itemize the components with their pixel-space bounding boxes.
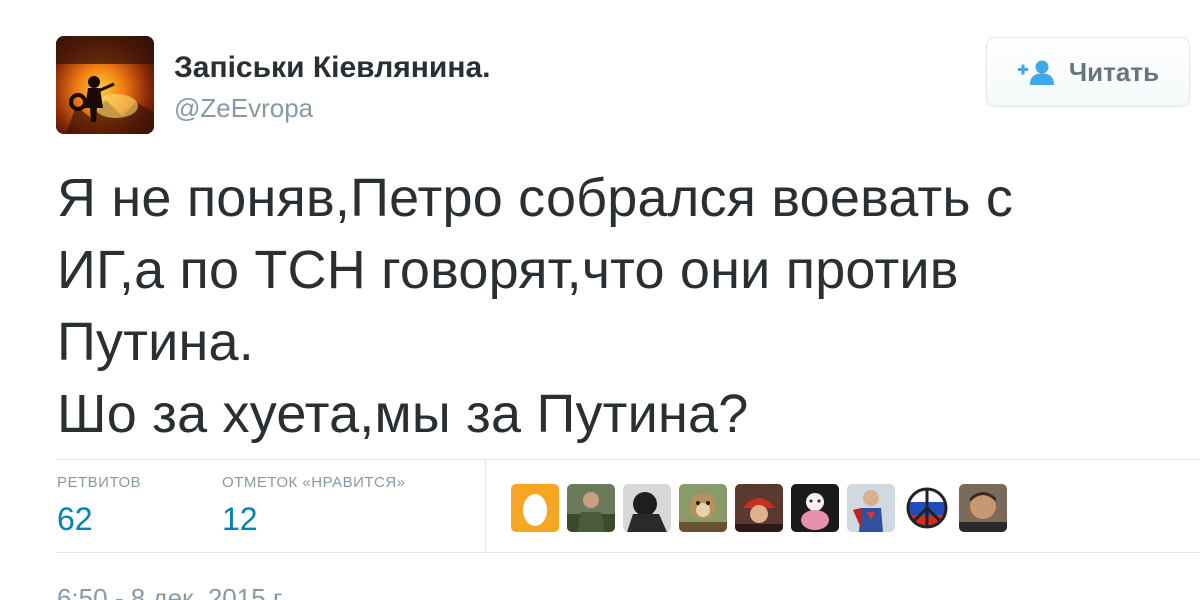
follow-button[interactable]: Читать <box>986 37 1190 107</box>
stats-bottom-divider <box>56 552 1200 553</box>
tweet-line: Я не поняв,Петро собрался воевать с <box>57 168 1014 228</box>
tweet-line: ИГ,а по ТСН говорят,что они против <box>57 240 959 300</box>
liker-avatar[interactable] <box>735 484 783 532</box>
soldier-photo-icon <box>567 484 615 532</box>
tweet-card: Запіськи Кіевлянина. @ZeEvropa Читать Я … <box>0 0 1200 600</box>
pink-figure-photo-icon <box>791 484 839 532</box>
liker-avatar[interactable] <box>679 484 727 532</box>
likes-label: ОТМЕТОК «НРАВИТСЯ» <box>222 474 406 491</box>
liker-avatar[interactable] <box>903 484 951 532</box>
author-handle[interactable]: @ZeEvropa <box>174 93 313 124</box>
liker-avatar[interactable] <box>511 484 559 532</box>
retweets-count: 62 <box>57 501 93 537</box>
likers-avatars <box>511 484 1007 532</box>
monkey-photo-icon <box>679 484 727 532</box>
liker-avatar[interactable] <box>791 484 839 532</box>
author-name[interactable]: Запіськи Кіевлянина. <box>174 51 491 85</box>
stats-top-divider <box>56 459 1200 460</box>
russian-flag-peace-icon <box>903 484 951 532</box>
retweets-stat[interactable]: РЕТВИТОВ 62 <box>57 474 141 538</box>
add-user-icon <box>1017 59 1055 85</box>
stats-vertical-divider <box>485 460 486 552</box>
likes-count: 12 <box>222 501 258 537</box>
egg-avatar-icon <box>511 484 559 532</box>
retweets-label: РЕТВИТОВ <box>57 474 142 491</box>
tweet-line: Шо за хуета,мы за Путина? <box>57 384 749 444</box>
bw-portrait-icon <box>623 484 671 532</box>
liker-avatar[interactable] <box>959 484 1007 532</box>
liker-avatar[interactable] <box>567 484 615 532</box>
liker-avatar[interactable] <box>623 484 671 532</box>
tweet-text: Я не поняв,Петро собрался воевать с ИГ,а… <box>57 162 1167 450</box>
author-avatar[interactable] <box>56 36 154 134</box>
superhero-photo-icon <box>847 484 895 532</box>
tweet-line: Путина. <box>57 312 254 372</box>
man-portrait-icon <box>959 484 1007 532</box>
red-hat-photo-icon <box>735 484 783 532</box>
tweet-timestamp[interactable]: 6:50 - 8 дек. 2015 г. <box>57 583 286 600</box>
protester-fire-icon <box>56 36 154 134</box>
liker-avatar[interactable] <box>847 484 895 532</box>
follow-button-label: Читать <box>1068 56 1160 87</box>
likes-stat[interactable]: ОТМЕТОК «НРАВИТСЯ» 12 <box>222 474 406 538</box>
